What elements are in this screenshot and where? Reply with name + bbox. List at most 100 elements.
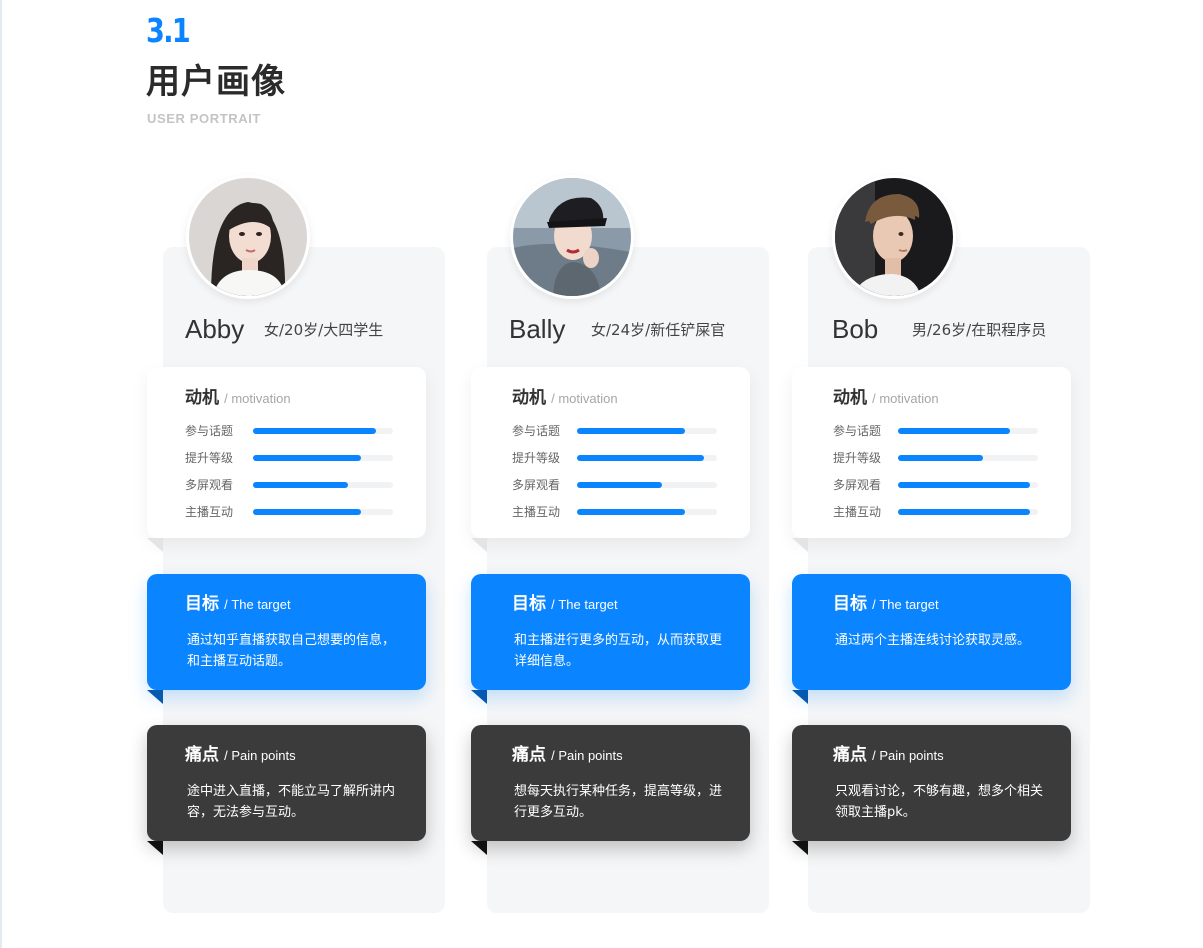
motivation-bar-track (577, 509, 717, 515)
card-fold-corner (147, 690, 163, 704)
motivation-title: 动机 (185, 388, 219, 408)
pain-points-card: 痛点 / Pain points 只观看讨论，不够有趣，想多个相关领取主播pk。 (792, 725, 1071, 855)
card-fold-corner (792, 841, 808, 855)
motivation-card: 动机 / motivation 参与话题 提升等级 多屏观看 主播互动 (147, 367, 426, 552)
motivation-bar-fill (577, 482, 663, 488)
motivation-row: 提升等级 (833, 450, 1053, 466)
pain-points-card: 痛点 / Pain points 想每天执行某种任务，提高等级，进行更多互动。 (471, 725, 750, 855)
motivation-card: 动机 / motivation 参与话题 提升等级 多屏观看 主播互动 (471, 367, 750, 552)
motivation-bar-track (577, 455, 717, 461)
page-left-border (0, 0, 2, 948)
motivation-title: 动机 (512, 388, 546, 408)
target-header: 目标 / The target (833, 594, 939, 614)
persona-name: Bally (509, 314, 566, 344)
motivation-label: 多屏观看 (185, 478, 234, 492)
motivation-label: 多屏观看 (512, 478, 561, 492)
motivation-row: 提升等级 (512, 450, 732, 466)
target-subtitle: / The target (551, 597, 618, 612)
card-fold-corner (471, 538, 487, 552)
motivation-label: 多屏观看 (833, 478, 882, 492)
target-subtitle: / The target (872, 597, 939, 612)
pain-points-header: 痛点 / Pain points (185, 745, 296, 765)
motivation-label: 主播互动 (185, 505, 234, 519)
motivation-bar-track (898, 428, 1038, 434)
target-subtitle: / The target (224, 597, 291, 612)
motivation-row: 多屏观看 (833, 477, 1053, 493)
pain-points-header: 痛点 / Pain points (833, 745, 944, 765)
motivation-label: 提升等级 (512, 451, 561, 465)
motivation-bar-track (898, 509, 1038, 515)
target-card: 目标 / The target 通过知乎直播获取自己想要的信息，和主播互动话题。 (147, 574, 426, 704)
avatar-bob (832, 175, 956, 299)
avatar-abby (186, 175, 310, 299)
pain-points-subtitle: / Pain points (224, 748, 296, 763)
motivation-bar-fill (898, 509, 1030, 515)
motivation-bar-track (253, 509, 393, 515)
motivation-subtitle: / motivation (551, 391, 618, 406)
target-text: 通过两个主播连线讨论获取灵感。 (835, 633, 1031, 648)
motivation-bar-track (898, 455, 1038, 461)
motivation-row: 提升等级 (185, 450, 405, 466)
pain-points-subtitle: / Pain points (551, 748, 623, 763)
persona-column-abby: Abby 女/20岁/大四学生 动机 / motivation 参与话题 提升等… (147, 0, 447, 948)
pain-points-text: 只观看讨论，不够有趣，想多个相关领取主播pk。 (835, 784, 1044, 820)
motivation-label: 主播互动 (512, 505, 561, 519)
card-fold-corner (792, 690, 808, 704)
motivation-header: 动机 / motivation (185, 388, 291, 408)
pain-points-text: 想每天执行某种任务，提高等级，进行更多互动。 (514, 784, 723, 820)
target-title: 目标 (185, 594, 219, 614)
motivation-header: 动机 / motivation (833, 388, 939, 408)
motivation-label: 主播互动 (833, 505, 882, 519)
motivation-row: 多屏观看 (512, 477, 732, 493)
motivation-bar-track (898, 482, 1038, 488)
persona-description: 男/26岁/在职程序员 (912, 321, 1047, 339)
persona-description: 女/20岁/大四学生 (264, 321, 384, 339)
target-title: 目标 (833, 594, 867, 614)
motivation-header: 动机 / motivation (512, 388, 618, 408)
pain-points-text: 途中进入直播，不能立马了解所讲内容，无法参与互动。 (187, 784, 396, 820)
persona-name: Abby (185, 314, 245, 344)
target-header: 目标 / The target (512, 594, 618, 614)
target-card: 目标 / The target 和主播进行更多的互动，从而获取更详细信息。 (471, 574, 750, 704)
motivation-bar-fill (253, 509, 361, 515)
target-title: 目标 (512, 594, 546, 614)
persona-column-bally: Bally 女/24岁/新任铲屎官 动机 / motivation 参与话题 提… (471, 0, 771, 948)
pain-points-title: 痛点 (185, 745, 219, 765)
motivation-row: 主播互动 (512, 504, 732, 520)
avatar-bally (510, 175, 634, 299)
motivation-card: 动机 / motivation 参与话题 提升等级 多屏观看 主播互动 (792, 367, 1071, 552)
persona-name: Bob (832, 314, 879, 344)
card-fold-corner (471, 690, 487, 704)
motivation-bar-fill (253, 428, 377, 434)
motivation-bar-track (253, 455, 393, 461)
pain-points-card: 痛点 / Pain points 途中进入直播，不能立马了解所讲内容，无法参与互… (147, 725, 426, 855)
card-fold-corner (471, 841, 487, 855)
target-text: 和主播进行更多的互动，从而获取更详细信息。 (514, 633, 723, 669)
pain-points-header: 痛点 / Pain points (512, 745, 623, 765)
pain-points-title: 痛点 (833, 745, 867, 765)
motivation-row: 主播互动 (833, 504, 1053, 520)
motivation-bar-track (253, 428, 393, 434)
motivation-row: 参与话题 (833, 423, 1053, 439)
motivation-label: 提升等级 (185, 451, 234, 465)
card-fold-corner (147, 538, 163, 552)
motivation-bar-fill (577, 509, 685, 515)
motivation-bar-track (577, 482, 717, 488)
motivation-subtitle: / motivation (224, 391, 291, 406)
motivation-label: 参与话题 (512, 424, 561, 438)
target-card: 目标 / The target 通过两个主播连线讨论获取灵感。 (792, 574, 1071, 704)
motivation-bar-fill (253, 455, 361, 461)
target-header: 目标 / The target (185, 594, 291, 614)
motivation-bar-fill (898, 428, 1010, 434)
card-fold-corner (147, 841, 163, 855)
motivation-title: 动机 (833, 388, 867, 408)
persona-column-bob: Bob 男/26岁/在职程序员 动机 / motivation 参与话题 提升等… (792, 0, 1092, 948)
motivation-subtitle: / motivation (872, 391, 939, 406)
target-text: 通过知乎直播获取自己想要的信息，和主播互动话题。 (187, 633, 396, 669)
motivation-bar-fill (898, 455, 984, 461)
motivation-row: 参与话题 (185, 423, 405, 439)
motivation-bar-track (253, 482, 393, 488)
motivation-label: 参与话题 (833, 424, 882, 438)
motivation-bar-fill (253, 482, 349, 488)
motivation-row: 参与话题 (512, 423, 732, 439)
